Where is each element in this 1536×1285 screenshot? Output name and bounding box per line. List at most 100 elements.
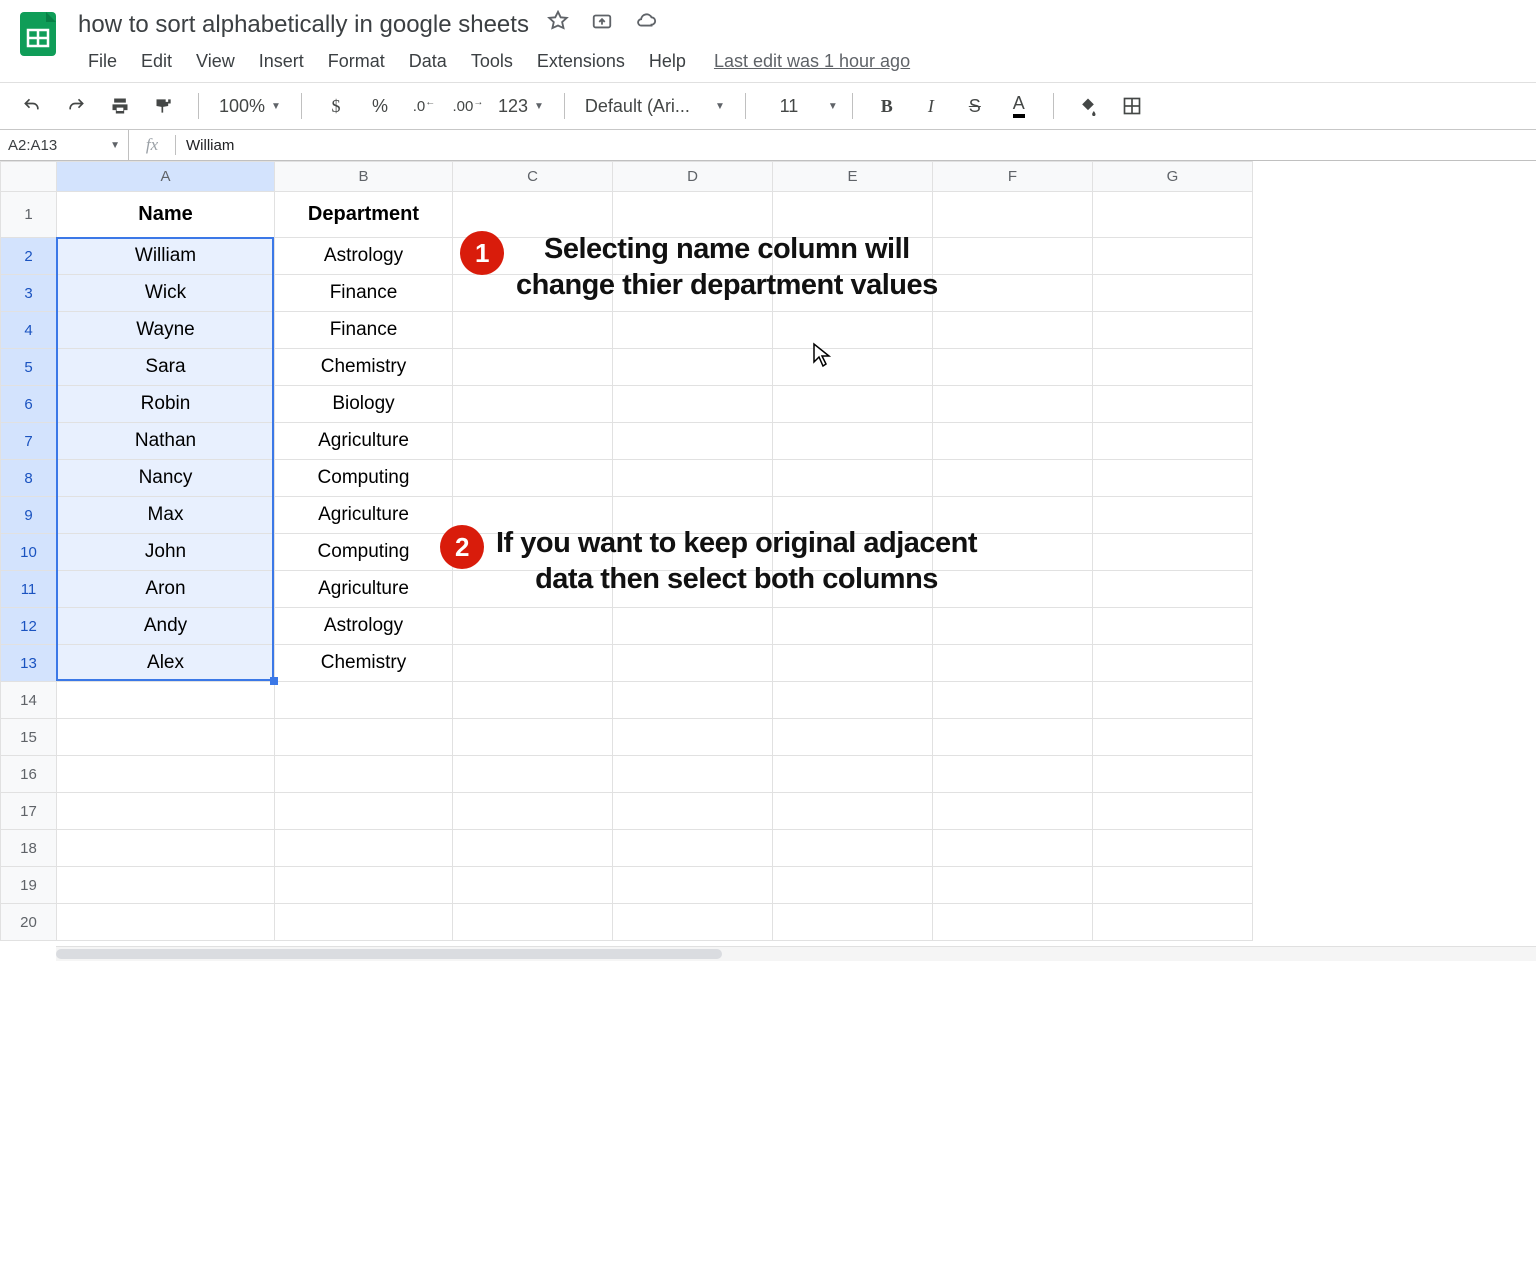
cloud-status-icon[interactable] — [635, 10, 657, 39]
cell-B15[interactable] — [275, 719, 453, 756]
number-format-dropdown[interactable]: 123▼ — [492, 90, 550, 122]
col-header-E[interactable]: E — [773, 162, 933, 192]
cell-F15[interactable] — [933, 719, 1093, 756]
cell-G2[interactable] — [1093, 238, 1253, 275]
cell-G20[interactable] — [1093, 904, 1253, 941]
cell-A18[interactable] — [57, 830, 275, 867]
col-header-C[interactable]: C — [453, 162, 613, 192]
sheets-logo[interactable] — [12, 8, 64, 60]
cell-A7[interactable]: Nathan — [57, 423, 275, 460]
cell-D13[interactable] — [613, 645, 773, 682]
cell-F17[interactable] — [933, 793, 1093, 830]
menu-edit[interactable]: Edit — [131, 47, 182, 76]
cell-D16[interactable] — [613, 756, 773, 793]
redo-button[interactable] — [56, 90, 96, 122]
col-header-D[interactable]: D — [613, 162, 773, 192]
cell-B5[interactable]: Chemistry — [275, 349, 453, 386]
cell-E6[interactable] — [773, 386, 933, 423]
cell-E18[interactable] — [773, 830, 933, 867]
cell-G12[interactable] — [1093, 608, 1253, 645]
cell-E5[interactable] — [773, 349, 933, 386]
cell-A5[interactable]: Sara — [57, 349, 275, 386]
italic-button[interactable]: I — [911, 90, 951, 122]
cell-F7[interactable] — [933, 423, 1093, 460]
cell-D20[interactable] — [613, 904, 773, 941]
cell-B3[interactable]: Finance — [275, 275, 453, 312]
cell-D19[interactable] — [613, 867, 773, 904]
row-header-19[interactable]: 19 — [1, 867, 57, 904]
cell-A20[interactable] — [57, 904, 275, 941]
menu-view[interactable]: View — [186, 47, 245, 76]
cell-B18[interactable] — [275, 830, 453, 867]
cell-E7[interactable] — [773, 423, 933, 460]
strikethrough-button[interactable]: S — [955, 90, 995, 122]
cell-C6[interactable] — [453, 386, 613, 423]
decrease-decimal-button[interactable]: .0← — [404, 90, 444, 122]
cell-E8[interactable] — [773, 460, 933, 497]
cell-F12[interactable] — [933, 608, 1093, 645]
cell-F13[interactable] — [933, 645, 1093, 682]
cell-C12[interactable] — [453, 608, 613, 645]
cell-F14[interactable] — [933, 682, 1093, 719]
cell-G3[interactable] — [1093, 275, 1253, 312]
cell-B20[interactable] — [275, 904, 453, 941]
cell-F19[interactable] — [933, 867, 1093, 904]
row-header-5[interactable]: 5 — [1, 349, 57, 386]
menu-extensions[interactable]: Extensions — [527, 47, 635, 76]
cell-C16[interactable] — [453, 756, 613, 793]
cell-E19[interactable] — [773, 867, 933, 904]
cell-C19[interactable] — [453, 867, 613, 904]
row-header-8[interactable]: 8 — [1, 460, 57, 497]
cell-F20[interactable] — [933, 904, 1093, 941]
cell-A14[interactable] — [57, 682, 275, 719]
cell-G5[interactable] — [1093, 349, 1253, 386]
cell-C5[interactable] — [453, 349, 613, 386]
increase-decimal-button[interactable]: .00→ — [448, 90, 488, 122]
cell-C20[interactable] — [453, 904, 613, 941]
paint-format-button[interactable] — [144, 90, 184, 122]
cell-G19[interactable] — [1093, 867, 1253, 904]
cell-C17[interactable] — [453, 793, 613, 830]
cell-D6[interactable] — [613, 386, 773, 423]
cell-B13[interactable]: Chemistry — [275, 645, 453, 682]
cell-B16[interactable] — [275, 756, 453, 793]
row-header-10[interactable]: 10 — [1, 534, 57, 571]
cell-A11[interactable]: Aron — [57, 571, 275, 608]
cell-C14[interactable] — [453, 682, 613, 719]
cell-D18[interactable] — [613, 830, 773, 867]
spreadsheet-grid[interactable]: ABCDEFG1NameDepartment2WilliamAstrology3… — [0, 161, 1536, 961]
cell-E15[interactable] — [773, 719, 933, 756]
cell-A9[interactable]: Max — [57, 497, 275, 534]
cell-A6[interactable]: Robin — [57, 386, 275, 423]
cell-G7[interactable] — [1093, 423, 1253, 460]
cell-B4[interactable]: Finance — [275, 312, 453, 349]
cell-B9[interactable]: Agriculture — [275, 497, 453, 534]
row-header-16[interactable]: 16 — [1, 756, 57, 793]
row-header-20[interactable]: 20 — [1, 904, 57, 941]
cell-C8[interactable] — [453, 460, 613, 497]
cell-F1[interactable] — [933, 192, 1093, 238]
fill-color-button[interactable] — [1068, 90, 1108, 122]
cell-B7[interactable]: Agriculture — [275, 423, 453, 460]
name-box[interactable]: A2:A13 ▼ — [0, 130, 129, 160]
cell-B8[interactable]: Computing — [275, 460, 453, 497]
cell-C4[interactable] — [453, 312, 613, 349]
row-header-2[interactable]: 2 — [1, 238, 57, 275]
borders-button[interactable] — [1112, 90, 1152, 122]
row-header-7[interactable]: 7 — [1, 423, 57, 460]
cell-F4[interactable] — [933, 312, 1093, 349]
cell-G16[interactable] — [1093, 756, 1253, 793]
scrollbar-thumb[interactable] — [56, 949, 722, 959]
col-header-G[interactable]: G — [1093, 162, 1253, 192]
menu-tools[interactable]: Tools — [461, 47, 523, 76]
row-header-3[interactable]: 3 — [1, 275, 57, 312]
col-header-B[interactable]: B — [275, 162, 453, 192]
cell-E14[interactable] — [773, 682, 933, 719]
cell-B6[interactable]: Biology — [275, 386, 453, 423]
cell-B12[interactable]: Astrology — [275, 608, 453, 645]
cell-A12[interactable]: Andy — [57, 608, 275, 645]
currency-format-button[interactable]: $ — [316, 90, 356, 122]
row-header-18[interactable]: 18 — [1, 830, 57, 867]
cell-D12[interactable] — [613, 608, 773, 645]
print-button[interactable] — [100, 90, 140, 122]
